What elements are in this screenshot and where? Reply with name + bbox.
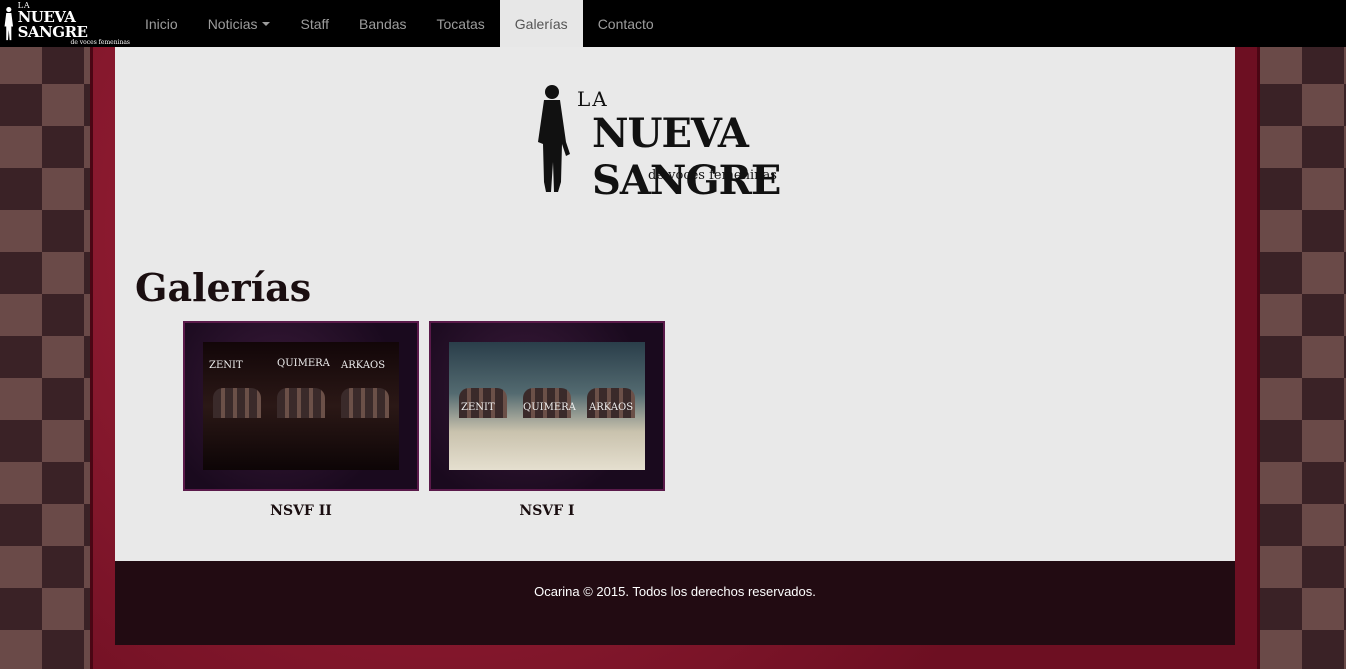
gallery-caption[interactable]: NSVF I [519, 503, 574, 519]
gallery-thumbnail[interactable]: ZENIT QUIMERA ARKAOS [183, 321, 419, 491]
logo-line-2: NUEVA SANGRE [592, 110, 781, 204]
nav-label: Bandas [359, 15, 407, 32]
band-name: QUIMERA [277, 358, 330, 369]
nav-item-bandas[interactable]: Bandas [344, 0, 421, 47]
gallery-caption[interactable]: NSVF II [270, 503, 332, 519]
nav-item-inicio[interactable]: Inicio [130, 0, 193, 47]
gallery-grid: ZENIT QUIMERA ARKAOS NSVF II ZENIT QUIME… [183, 321, 665, 519]
gallery-card[interactable]: ZENIT QUIMERA ARKAOS NSVF I [429, 321, 665, 519]
silhouette-icon [4, 6, 14, 40]
nav-label: Staff [300, 15, 330, 32]
main-content: LA NUEVA SANGRE de voces femeninas Galer… [115, 47, 1235, 561]
nav-label: Contacto [597, 15, 654, 32]
main-nav: Inicio Noticias Staff Bandas Tocatas Gal… [130, 0, 669, 47]
brand-line-3: de voces femeninas [70, 38, 130, 46]
nav-label: Tocatas [436, 15, 485, 32]
caret-down-icon [262, 21, 271, 26]
nav-item-galerias[interactable]: Galerías [499, 0, 583, 47]
gallery-thumbnail[interactable]: ZENIT QUIMERA ARKAOS [429, 321, 665, 491]
poster-image: ZENIT QUIMERA ARKAOS [203, 342, 399, 470]
copyright-text: Ocarina © 2015. Todos los derechos reser… [534, 584, 816, 599]
nav-item-contacto[interactable]: Contacto [583, 0, 669, 47]
top-navbar: LA NUEVA SANGRE de voces femeninas Inici… [0, 0, 1346, 47]
poster-image: ZENIT QUIMERA ARKAOS [449, 342, 645, 470]
footer: Ocarina © 2015. Todos los derechos reser… [115, 561, 1235, 645]
nav-label: Noticias [207, 15, 258, 32]
navbar-brand-logo[interactable]: LA NUEVA SANGRE de voces femeninas [0, 0, 130, 47]
nav-label: Inicio [145, 15, 178, 32]
page-title: Galerías [135, 265, 312, 310]
nav-label: Galerías [514, 15, 568, 32]
band-name: QUIMERA [523, 402, 576, 413]
nav-item-staff[interactable]: Staff [285, 0, 344, 47]
logo-line-3: de voces femeninas [648, 168, 777, 183]
band-name: ARKAOS [589, 402, 634, 413]
nav-item-tocatas[interactable]: Tocatas [422, 0, 500, 47]
logo-line-1: LA [577, 87, 609, 111]
band-name: ZENIT [209, 360, 243, 371]
band-name: ARKAOS [341, 360, 386, 371]
band-name: ZENIT [461, 402, 495, 413]
silhouette-icon [538, 85, 570, 192]
brand-line-2: NUEVA SANGRE [17, 7, 88, 41]
nav-item-noticias[interactable]: Noticias [193, 0, 286, 47]
gallery-card[interactable]: ZENIT QUIMERA ARKAOS NSVF II [183, 321, 419, 519]
site-logo: LA NUEVA SANGRE de voces femeninas [532, 82, 822, 204]
